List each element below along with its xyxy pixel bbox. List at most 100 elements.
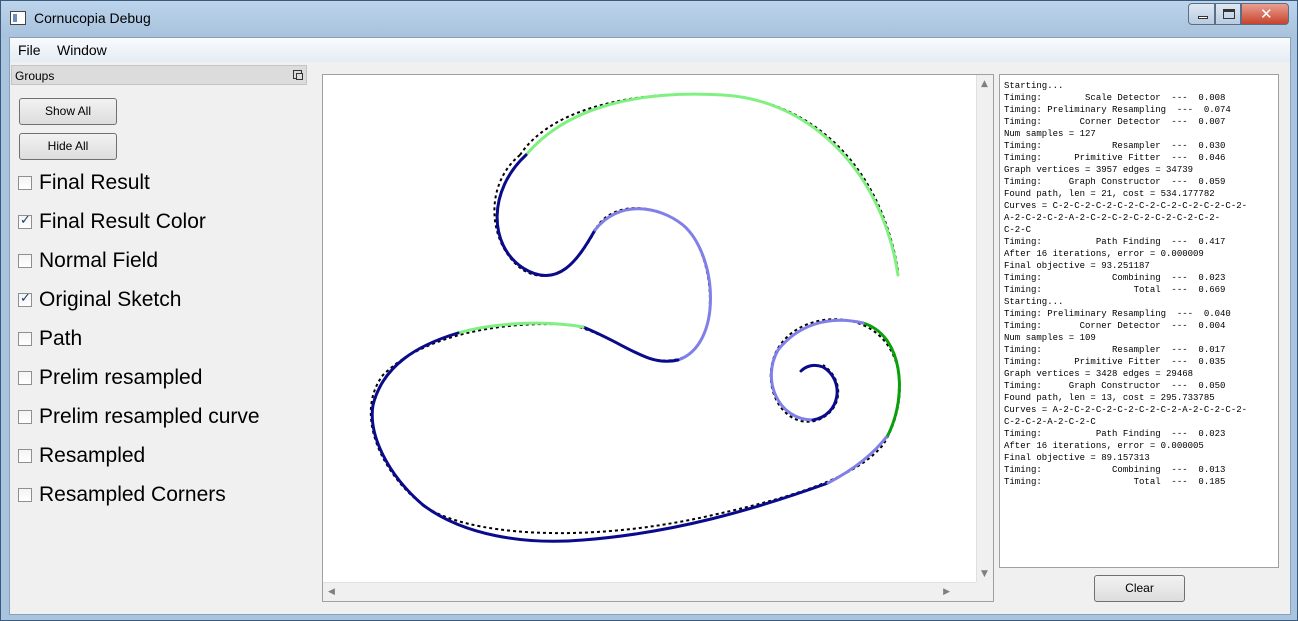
log-line: Graph vertices = 3957 edges = 34739: [1004, 165, 1194, 175]
canvas-horizontal-scrollbar[interactable]: ◀ ▶: [323, 582, 976, 601]
checkbox-label: Resampled Corners: [39, 483, 226, 506]
app-window: Cornucopia Debug ✕ File Window Groups Sh…: [0, 0, 1298, 621]
curve-spiral-left: [769, 348, 815, 422]
title-bar[interactable]: Cornucopia Debug ✕: [1, 1, 1297, 37]
app-icon: [10, 11, 26, 25]
curve-spiral-inner: [799, 363, 839, 422]
log-line: Found path, len = 21, cost = 534.177782: [1004, 189, 1215, 199]
checkbox-label: Normal Field: [39, 249, 159, 272]
log-line: Timing: Corner Detector --- 0.004: [1004, 321, 1226, 331]
checkbox[interactable]: [18, 449, 32, 463]
log-line: Timing: Corner Detector --- 0.007: [1004, 117, 1226, 127]
curve-spiral-outer: [861, 321, 901, 437]
checkbox[interactable]: ✓: [18, 291, 32, 307]
dock-float-icon[interactable]: [293, 70, 303, 80]
log-line: Graph vertices = 3428 edges = 29468: [1004, 369, 1194, 379]
checkbox[interactable]: ✓: [18, 213, 32, 229]
menu-window[interactable]: Window: [57, 42, 107, 58]
log-line: C-2-C-2-A-2-C-2-C: [1004, 417, 1096, 427]
log-line: Curves = C-2-C-2-C-2-C-2-C-2-C-2-C-2-C-2…: [1004, 201, 1248, 211]
log-line: Timing: Path Finding --- 0.417: [1004, 237, 1226, 247]
curve-left-hook: [495, 153, 528, 270]
curve-mid-arc: [456, 321, 585, 335]
log-line: Curves = A-2-C-2-C-2-C-2-C-2-C-2-A-2-C-2…: [1004, 405, 1248, 415]
client-area: File Window Groups Show All Hide All Fin…: [9, 37, 1291, 615]
curve-left-arc: [371, 331, 460, 407]
log-line: Starting...: [1004, 81, 1064, 91]
show-all-button[interactable]: Show All: [19, 98, 117, 125]
checkbox[interactable]: [18, 410, 32, 424]
checkbox[interactable]: [18, 176, 32, 190]
log-line: Timing: Path Finding --- 0.023: [1004, 429, 1226, 439]
log-line: Timing: Combining --- 0.013: [1004, 465, 1226, 475]
groups-title: Groups: [15, 69, 55, 83]
log-line: After 16 iterations, error = 0.000009: [1004, 249, 1204, 259]
menu-file[interactable]: File: [18, 42, 41, 58]
log-line: Timing: Primitive Fitter --- 0.035: [1004, 357, 1226, 367]
scroll-up-icon[interactable]: ▲: [981, 79, 988, 89]
log-line: Final objective = 89.157313: [1004, 453, 1150, 463]
maximize-icon: [1223, 9, 1235, 19]
close-button[interactable]: ✕: [1241, 3, 1289, 25]
original-sketch: [369, 93, 901, 535]
clear-button[interactable]: Clear: [1094, 575, 1185, 602]
minimize-icon: [1198, 16, 1208, 19]
checkbox-label: Prelim resampled: [39, 366, 203, 389]
canvas-vertical-scrollbar[interactable]: ▲ ▼: [976, 75, 993, 583]
final-result-color: [370, 92, 901, 543]
curve-s-tail: [581, 325, 680, 363]
log-output[interactable]: Starting... Timing: Scale Detector --- 0.…: [999, 74, 1279, 568]
menu-bar: File Window: [10, 38, 1290, 62]
log-line: After 16 iterations, error = 0.000005: [1004, 441, 1204, 451]
checkbox[interactable]: [18, 371, 32, 385]
sketch-drawing: [369, 92, 901, 543]
curve-top-arc: [524, 92, 900, 277]
log-line: C-2-C: [1004, 225, 1032, 235]
groups-dock-title[interactable]: Groups: [11, 65, 307, 85]
curve-bottom-1: [421, 503, 585, 543]
checkbox[interactable]: [18, 332, 32, 346]
curve-left-bottom: [370, 403, 425, 507]
window-title: Cornucopia Debug: [34, 10, 151, 26]
scroll-down-icon[interactable]: ▼: [981, 569, 988, 579]
checkbox-label: Original Sketch: [39, 288, 182, 311]
checkmark-icon: ✓: [20, 291, 31, 306]
checkbox[interactable]: [18, 254, 32, 268]
log-line: A-2-C-2-C-2-A-2-C-2-C-2-C-2-C-2-C-2-C-2-: [1004, 213, 1221, 223]
sketch-stroke-top: [519, 93, 899, 271]
checkbox-label: Prelim resampled curve: [39, 405, 260, 428]
log-line: Timing: Total --- 0.185: [1004, 477, 1226, 487]
checkbox-label: Resampled: [39, 444, 146, 467]
close-icon: ✕: [1260, 5, 1273, 23]
scroll-right-icon[interactable]: ▶: [943, 587, 950, 597]
scroll-corner: [976, 582, 993, 601]
window-controls: ✕: [1188, 3, 1289, 25]
log-line: Num samples = 127: [1004, 129, 1096, 139]
curve-spiral-top: [776, 318, 865, 352]
log-line: Timing: Total --- 0.669: [1004, 285, 1226, 295]
log-line: Timing: Primitive Fitter --- 0.046: [1004, 153, 1226, 163]
log-line: Starting...: [1004, 297, 1064, 307]
checkbox-label: Final Result Color: [39, 210, 206, 233]
log-line: Final objective = 93.251187: [1004, 261, 1150, 271]
sketch-canvas[interactable]: ▲ ▼ ◀ ▶: [322, 74, 994, 602]
scroll-left-icon[interactable]: ◀: [328, 587, 335, 597]
log-line: Timing: Combining --- 0.023: [1004, 273, 1226, 283]
log-text: Starting... Timing: Scale Detector --- 0.…: [1004, 80, 1247, 488]
checkbox[interactable]: [18, 488, 32, 502]
log-line: Timing: Resampler --- 0.017: [1004, 345, 1226, 355]
maximize-button[interactable]: [1215, 3, 1241, 25]
log-line: Timing: Graph Constructor --- 0.050: [1004, 381, 1226, 391]
curve-hook-bottom: [521, 228, 597, 277]
curve-s-loop: [593, 207, 712, 362]
curve-bottom-2: [581, 481, 830, 542]
hide-all-button[interactable]: Hide All: [19, 133, 117, 160]
log-line: Timing: Resampler --- 0.030: [1004, 141, 1226, 151]
checkmark-icon: ✓: [20, 213, 31, 228]
minimize-button[interactable]: [1188, 3, 1215, 25]
log-line: Timing: Preliminary Resampling --- 0.040: [1004, 309, 1231, 319]
sketch-stroke: [369, 154, 901, 535]
log-line: Found path, len = 13, cost = 295.733785: [1004, 393, 1215, 403]
log-line: Timing: Preliminary Resampling --- 0.074: [1004, 105, 1231, 115]
curve-bottom-3: [826, 433, 890, 485]
